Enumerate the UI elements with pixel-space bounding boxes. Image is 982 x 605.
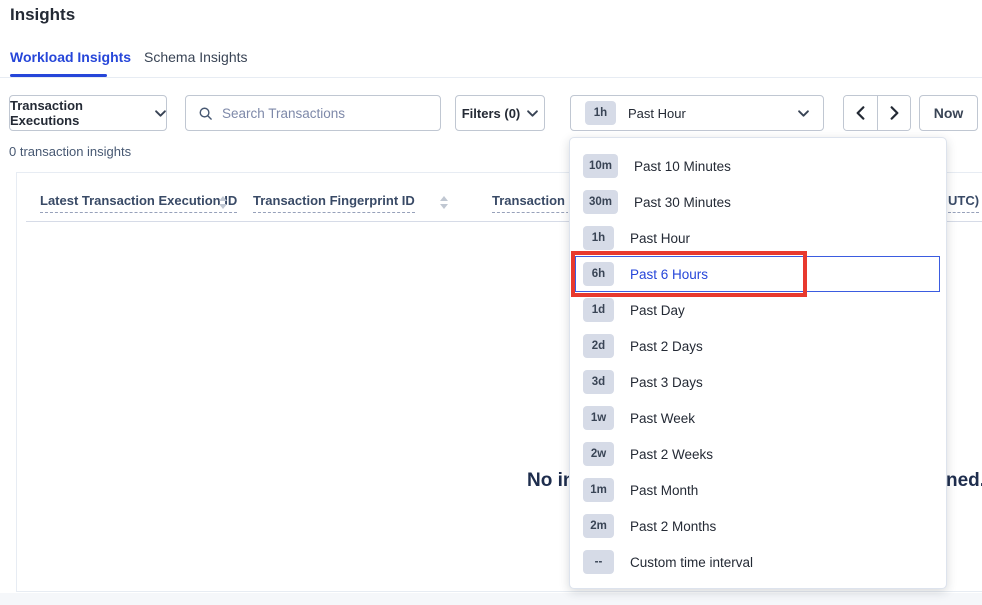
time-interval-dropdown-menu: 10m Past 10 Minutes 30m Past 30 Minutes …: [569, 137, 947, 589]
time-interval-badge: 1h: [585, 101, 616, 125]
now-button[interactable]: Now: [919, 95, 978, 131]
chevron-down-icon: [527, 110, 538, 117]
interval-badge: --: [583, 550, 614, 574]
chevron-right-icon: [890, 106, 899, 120]
column-header-txn-fingerprint-id[interactable]: Transaction Fingerprint ID: [253, 193, 415, 213]
interval-badge: 2d: [583, 334, 614, 358]
time-interval-option-10m[interactable]: 10m Past 10 Minutes: [570, 148, 946, 184]
time-interval-option-2m[interactable]: 2m Past 2 Months: [570, 508, 946, 544]
chevron-down-icon: [798, 110, 809, 117]
sort-asc-icon: [219, 196, 227, 201]
chevron-left-icon: [856, 106, 865, 120]
interval-label: Past Hour: [630, 231, 690, 246]
interval-badge: 2w: [583, 442, 614, 466]
tab-schema-insights[interactable]: Schema Insights: [144, 49, 248, 65]
interval-label: Past 30 Minutes: [634, 195, 731, 210]
filters-button[interactable]: Filters (0): [455, 95, 545, 131]
tab-workload-insights[interactable]: Workload Insights: [10, 49, 131, 65]
interval-label: Past Day: [630, 303, 685, 318]
insight-type-label: Transaction Executions: [10, 98, 148, 128]
empty-state-text-left: No in: [527, 470, 570, 496]
interval-badge: 2m: [583, 514, 614, 538]
time-interval-option-1h[interactable]: 1h Past Hour: [570, 220, 946, 256]
tabs-divider: [0, 77, 982, 78]
time-interval-option-2w[interactable]: 2w Past 2 Weeks: [570, 436, 946, 472]
time-interval-option-3d[interactable]: 3d Past 3 Days: [570, 364, 946, 400]
interval-label: Past 10 Minutes: [634, 159, 731, 174]
time-interval-dropdown-trigger[interactable]: 1h Past Hour: [570, 95, 824, 131]
search-box[interactable]: [185, 95, 441, 131]
insight-type-dropdown[interactable]: Transaction Executions: [9, 95, 167, 131]
time-interval-option-1d[interactable]: 1d Past Day: [570, 292, 946, 328]
now-button-label: Now: [934, 105, 964, 121]
interval-label: Custom time interval: [630, 555, 753, 570]
insights-page: Insights Workload Insights Schema Insigh…: [0, 0, 982, 605]
interval-badge: 1w: [583, 406, 614, 430]
sort-desc-icon: [440, 204, 448, 209]
interval-badge: 6h: [583, 262, 614, 286]
time-range-nav-group: [843, 95, 911, 131]
time-interval-option-30m[interactable]: 30m Past 30 Minutes: [570, 184, 946, 220]
interval-label: Past 2 Days: [630, 339, 703, 354]
empty-state-text-right: ned.: [946, 470, 982, 496]
interval-label: Past Week: [630, 411, 695, 426]
sort-toggle-icon[interactable]: [219, 196, 227, 209]
interval-label: Past 3 Days: [630, 375, 703, 390]
column-header-txn-execution-clipped[interactable]: Transaction Ex: [492, 193, 568, 213]
interval-badge: 1d: [583, 298, 614, 322]
interval-label: Past 2 Weeks: [630, 447, 713, 462]
time-interval-option-1w[interactable]: 1w Past Week: [570, 400, 946, 436]
insights-count: 0 transaction insights: [9, 144, 131, 159]
chevron-down-icon: [155, 110, 166, 117]
filters-label: Filters (0): [462, 106, 521, 121]
sort-desc-icon: [219, 204, 227, 209]
next-range-button[interactable]: [877, 96, 910, 130]
interval-label: Past 2 Months: [630, 519, 716, 534]
interval-badge: 30m: [583, 190, 618, 214]
page-title: Insights: [10, 5, 75, 25]
time-interval-option-[interactable]: -- Custom time interval: [570, 544, 946, 580]
search-input[interactable]: [222, 106, 402, 121]
column-header-latest-txn-execution-id[interactable]: Latest Transaction Execution ID: [40, 193, 237, 213]
search-icon: [198, 106, 213, 121]
interval-badge: 1m: [583, 478, 614, 502]
previous-range-button[interactable]: [844, 96, 877, 130]
interval-badge: 10m: [583, 154, 618, 178]
sort-asc-icon: [440, 196, 448, 201]
interval-badge: 3d: [583, 370, 614, 394]
time-interval-option-6h[interactable]: 6h Past 6 Hours: [575, 256, 940, 292]
time-interval-option-1m[interactable]: 1m Past Month: [570, 472, 946, 508]
time-interval-label: Past Hour: [628, 106, 686, 121]
interval-badge: 1h: [583, 226, 614, 250]
interval-label: Past Month: [630, 483, 698, 498]
page-background-strip: [0, 593, 982, 605]
time-interval-option-2d[interactable]: 2d Past 2 Days: [570, 328, 946, 364]
sort-toggle-icon[interactable]: [440, 196, 448, 209]
column-header-utc-clipped[interactable]: UTC): [948, 193, 982, 213]
interval-label: Past 6 Hours: [630, 267, 708, 282]
